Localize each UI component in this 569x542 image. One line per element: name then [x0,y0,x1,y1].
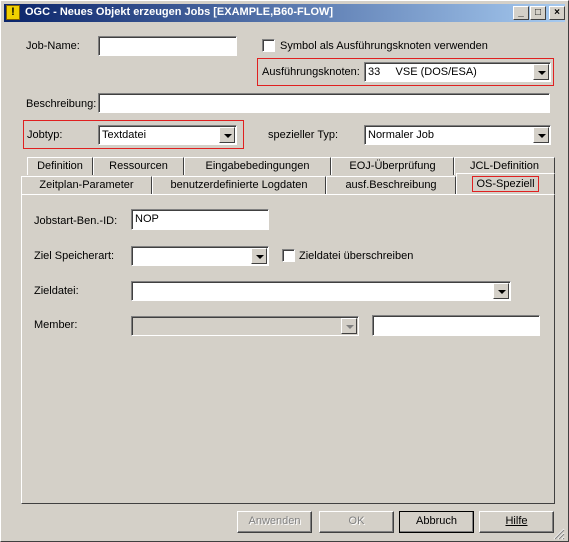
exec-node-select[interactable]: 33 VSE (DOS/ESA) [364,62,551,82]
special-type-select[interactable]: Normaler Job [364,125,551,145]
overwrite-target-label: Zieldatei überschreiben [299,250,414,262]
member-select[interactable] [131,316,359,336]
ok-button[interactable]: OK [319,511,394,533]
tab-ausf-beschreibung[interactable]: ausf.Beschreibung [326,176,456,195]
exec-node-label: Ausführungsknoten: [262,66,360,78]
tab-os-speziell-label: OS-Speziell [472,176,539,192]
tab-eingabebedingungen[interactable]: Eingabebedingungen [184,157,331,175]
tab-benutzerdefinierte-logdaten[interactable]: benutzerdefinierte Logdaten [152,176,326,195]
title-bar[interactable]: ! OGC - Neues Objekt erzeugen Jobs [EXAM… [4,4,565,22]
tab-panel-os-speziell [21,194,555,504]
tab-definition[interactable]: Definition [27,157,93,175]
job-type-value: Textdatei [102,129,147,141]
storage-type-label: Ziel Speicherart: [34,250,115,262]
cancel-button[interactable]: Abbruch [399,511,474,533]
description-label: Beschreibung: [26,98,97,110]
chevron-down-icon [341,318,357,334]
special-type-value: Normaler Job [368,129,435,141]
dialog-window: ! OGC - Neues Objekt erzeugen Jobs [EXAM… [0,0,569,542]
chevron-down-icon[interactable] [251,248,267,264]
app-icon: ! [6,5,20,20]
chevron-down-icon[interactable] [493,283,509,299]
chevron-down-icon[interactable] [533,64,549,80]
jobstart-id-input[interactable]: NOP [131,209,269,230]
member-text-input[interactable] [372,315,540,336]
window-title: OGC - Neues Objekt erzeugen Jobs [EXAMPL… [25,6,334,18]
minimize-button[interactable]: _ [513,6,529,20]
exec-node-value: 33 VSE (DOS/ESA) [368,66,477,78]
special-type-label: spezieller Typ: [268,129,339,141]
resize-grip-icon[interactable] [553,528,565,540]
close-button[interactable]: × [549,6,565,20]
member-label: Member: [34,319,78,331]
symbol-as-node-checkbox[interactable] [262,39,275,52]
job-type-select[interactable]: Textdatei [98,125,237,145]
storage-type-select[interactable] [131,246,269,266]
job-name-label: Job-Name: [26,40,80,52]
target-file-select[interactable] [131,281,511,301]
tab-ressourcen[interactable]: Ressourcen [93,157,184,175]
job-name-input[interactable] [98,36,237,56]
chevron-down-icon[interactable] [219,127,235,143]
chevron-down-icon[interactable] [533,127,549,143]
tab-zeitplan-parameter[interactable]: Zeitplan-Parameter [21,176,152,195]
tab-os-speziell[interactable]: OS-Speziell [456,173,555,194]
target-file-label: Zieldatei: [34,285,79,297]
apply-button[interactable]: Anwenden [237,511,312,533]
maximize-button[interactable]: □ [530,6,546,20]
tab-eoj-ueberpruefung[interactable]: EOJ-Überprüfung [331,157,454,175]
overwrite-target-checkbox[interactable] [282,249,295,262]
description-input[interactable] [98,93,550,113]
help-button[interactable]: Hilfe [479,511,554,533]
symbol-as-node-label: Symbol als Ausführungsknoten verwenden [280,40,488,52]
jobstart-id-label: Jobstart-Ben.-ID: [34,215,118,227]
job-type-label: Jobtyp: [27,129,63,141]
